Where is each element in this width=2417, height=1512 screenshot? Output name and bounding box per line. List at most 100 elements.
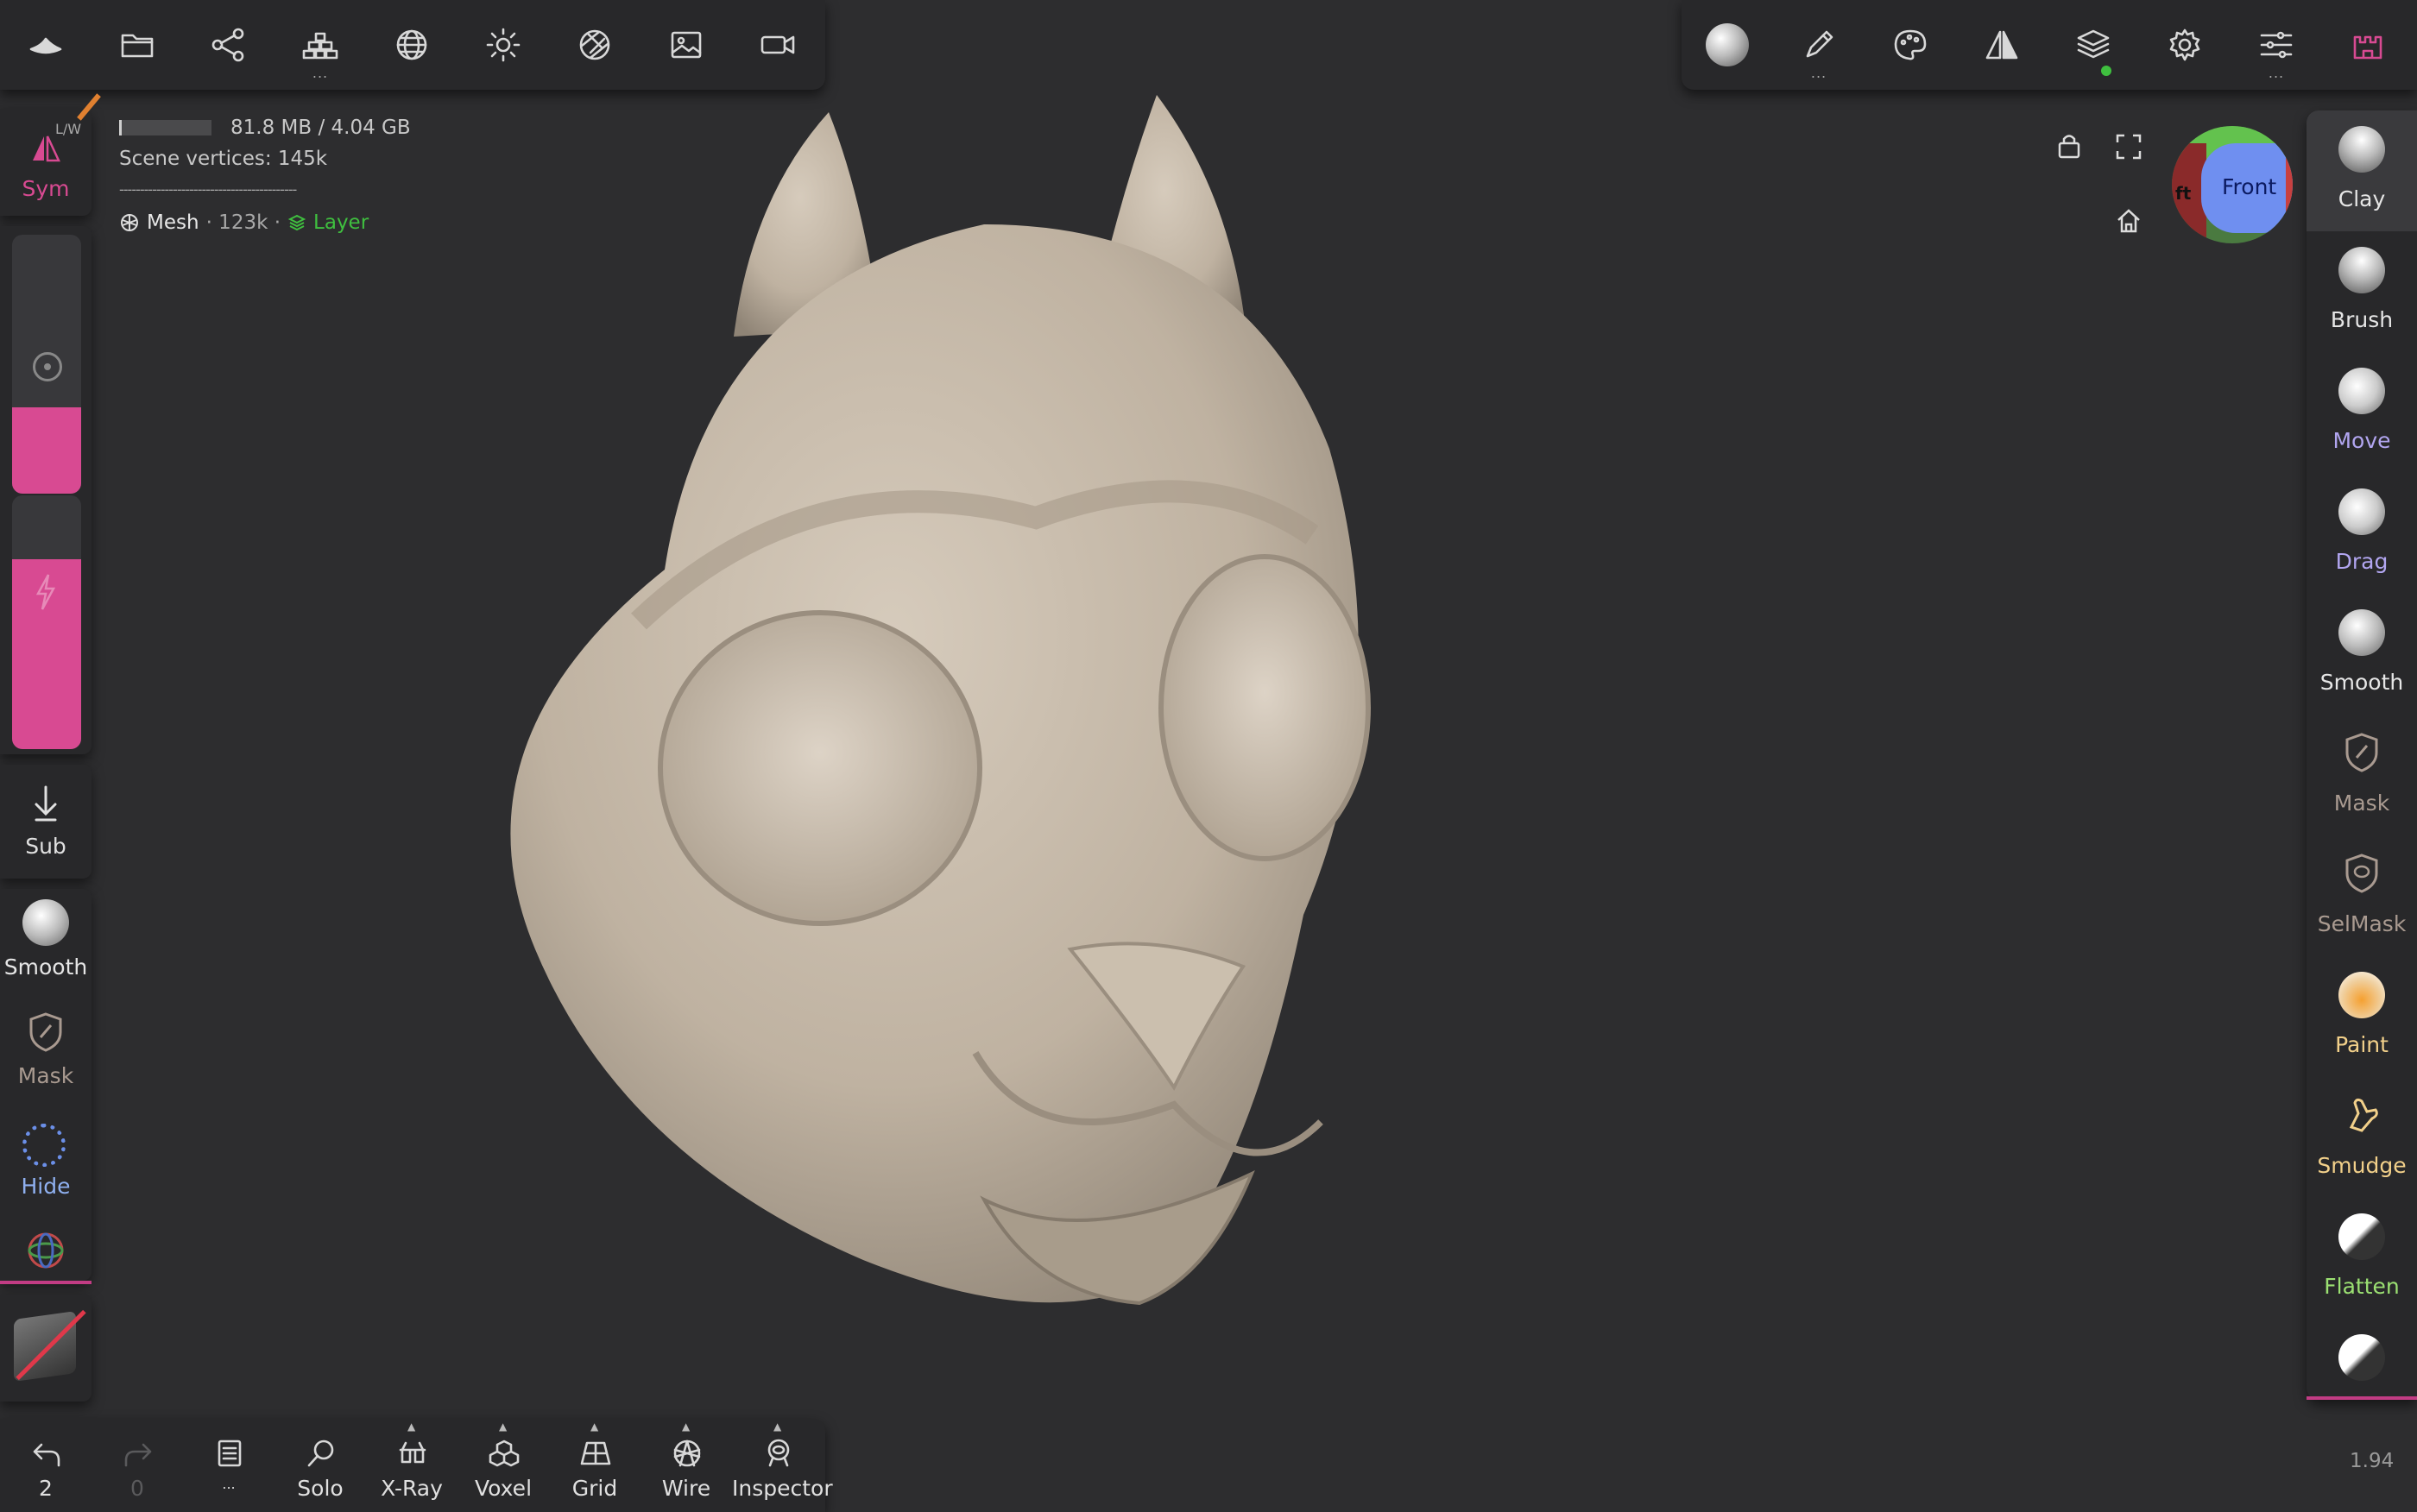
redo-button[interactable]: 0 (92, 1419, 183, 1512)
memory-bar (119, 120, 211, 135)
tool-move[interactable]: Move (2307, 352, 2417, 473)
redo-icon (124, 1443, 152, 1467)
history-button[interactable]: ... (183, 1419, 275, 1512)
layer-icon (287, 214, 306, 231)
undo-button[interactable]: 2 (0, 1419, 92, 1512)
stroke-button[interactable]: ... (1773, 0, 1865, 90)
caret-up-icon: ▲ (590, 1421, 599, 1433)
hide-quick-tool[interactable]: Hide (0, 1112, 92, 1222)
lock-icon[interactable] (2056, 131, 2082, 161)
cube-right-rim (2286, 152, 2293, 230)
interface-button[interactable]: ... (2231, 0, 2322, 90)
camera-settings-button[interactable] (549, 0, 641, 90)
lighting-button[interactable] (458, 0, 549, 90)
gizmo-icon (28, 1232, 64, 1269)
mesh-row[interactable]: Mesh · 123k · Layer (119, 205, 411, 240)
lightning-icon (35, 574, 56, 610)
intensity-slider[interactable] (12, 495, 81, 749)
scene-button[interactable] (183, 0, 275, 90)
mask-label: Mask (17, 1063, 74, 1088)
tool-paint[interactable]: Paint (2307, 956, 2417, 1077)
orientation-cube[interactable]: ft Front (2172, 126, 2293, 243)
layers-button[interactable] (2048, 0, 2139, 90)
tool-smudge[interactable]: Smudge (2307, 1077, 2417, 1198)
app-logo-button[interactable] (0, 0, 92, 90)
grid-label: Grid (571, 1476, 618, 1501)
material-button[interactable] (1682, 0, 1773, 90)
aperture-icon (579, 29, 610, 60)
tool-flatten[interactable]: Flatten (2307, 1198, 2417, 1319)
caret-up-icon: ▲ (773, 1421, 782, 1433)
grid-button[interactable]: ▲ Grid (549, 1419, 641, 1512)
arrow-down-icon (35, 785, 57, 822)
xray-button[interactable]: ▲ X-Ray (366, 1419, 458, 1512)
video-button[interactable] (732, 0, 824, 90)
gizmo-quick-tool[interactable] (0, 1222, 92, 1284)
xray-label: X-Ray (381, 1476, 443, 1501)
video-camera-icon (760, 35, 795, 54)
sphere-grid-icon (396, 29, 427, 60)
shop-button[interactable] (2322, 0, 2414, 90)
top-right-toolbar: ... ... (1682, 0, 2417, 90)
more-dots: ... (312, 65, 329, 81)
pen-icon (1806, 30, 1833, 58)
radius-slider[interactable] (12, 235, 81, 494)
sym-panel[interactable]: L/W Sym (0, 93, 101, 216)
more-dots: ... (1810, 65, 1827, 81)
mesh-icon (121, 214, 138, 231)
search-icon (307, 1440, 334, 1467)
radius-fill (12, 407, 81, 494)
version-text: 1.94 (2350, 1450, 2395, 1472)
shading-button[interactable] (366, 0, 458, 90)
sym-hint: L/W (55, 121, 82, 137)
layers-icon (2077, 29, 2110, 59)
list-icon (218, 1440, 242, 1467)
solo-button[interactable]: Solo (275, 1419, 366, 1512)
smooth-quick-tool[interactable]: Smooth (0, 889, 92, 999)
alpha-panel[interactable] (0, 1295, 92, 1402)
caret-up-icon: ▲ (499, 1421, 508, 1433)
cubes-icon (489, 1440, 520, 1467)
home-icon[interactable] (2115, 207, 2142, 235)
sub-panel[interactable]: Sub (0, 765, 92, 879)
cube-front-face: Front (2201, 143, 2293, 233)
brush-ball-icon (2338, 247, 2385, 293)
grid-plane-icon (580, 1441, 611, 1465)
smooth-ball-icon (22, 899, 69, 946)
voxel-label: Voxel (474, 1476, 533, 1501)
tool-selmask[interactable]: SelMask (2307, 835, 2417, 956)
inspector-button[interactable]: ▲ Inspector (732, 1419, 833, 1512)
symmetry-button[interactable] (1956, 0, 2048, 90)
files-button[interactable] (92, 0, 183, 90)
sub-label: Sub (25, 834, 66, 859)
tool-label: Brush (2330, 307, 2394, 332)
mask-quick-tool[interactable]: Mask (0, 1001, 92, 1112)
quick-tools-panel: Smooth Mask Hide (0, 889, 92, 1284)
smooth-ball-icon (2338, 609, 2385, 656)
palette-button[interactable] (1865, 0, 1956, 90)
selmask-shield-icon (2345, 854, 2378, 893)
tool-mask[interactable]: Mask (2307, 715, 2417, 835)
tool-clay[interactable]: Clay (2307, 110, 2417, 231)
mask-shield-icon (29, 1012, 62, 1052)
tool-label: Flatten (2324, 1274, 2400, 1299)
tool-next[interactable] (2307, 1319, 2417, 1400)
topology-button[interactable]: ... (275, 0, 366, 90)
tool-label: Smudge (2317, 1153, 2407, 1178)
solo-label: Solo (297, 1476, 344, 1501)
tool-label: Smooth (2319, 670, 2404, 695)
tool-brush[interactable]: Brush (2307, 231, 2417, 352)
more-dots: ... (2268, 65, 2285, 81)
background-button[interactable] (641, 0, 732, 90)
viewport-model[interactable] (380, 86, 1450, 1381)
inspector-icon (767, 1439, 790, 1467)
undo-icon (33, 1443, 60, 1467)
fullscreen-icon[interactable] (2115, 133, 2142, 161)
tool-drag[interactable]: Drag (2307, 473, 2417, 594)
palette-icon (1894, 29, 1927, 60)
wire-button[interactable]: ▲ Wire (641, 1419, 732, 1512)
tool-smooth[interactable]: Smooth (2307, 594, 2417, 715)
undo-count: 2 (39, 1476, 53, 1501)
voxel-button[interactable]: ▲ Voxel (458, 1419, 549, 1512)
settings-button[interactable] (2139, 0, 2231, 90)
